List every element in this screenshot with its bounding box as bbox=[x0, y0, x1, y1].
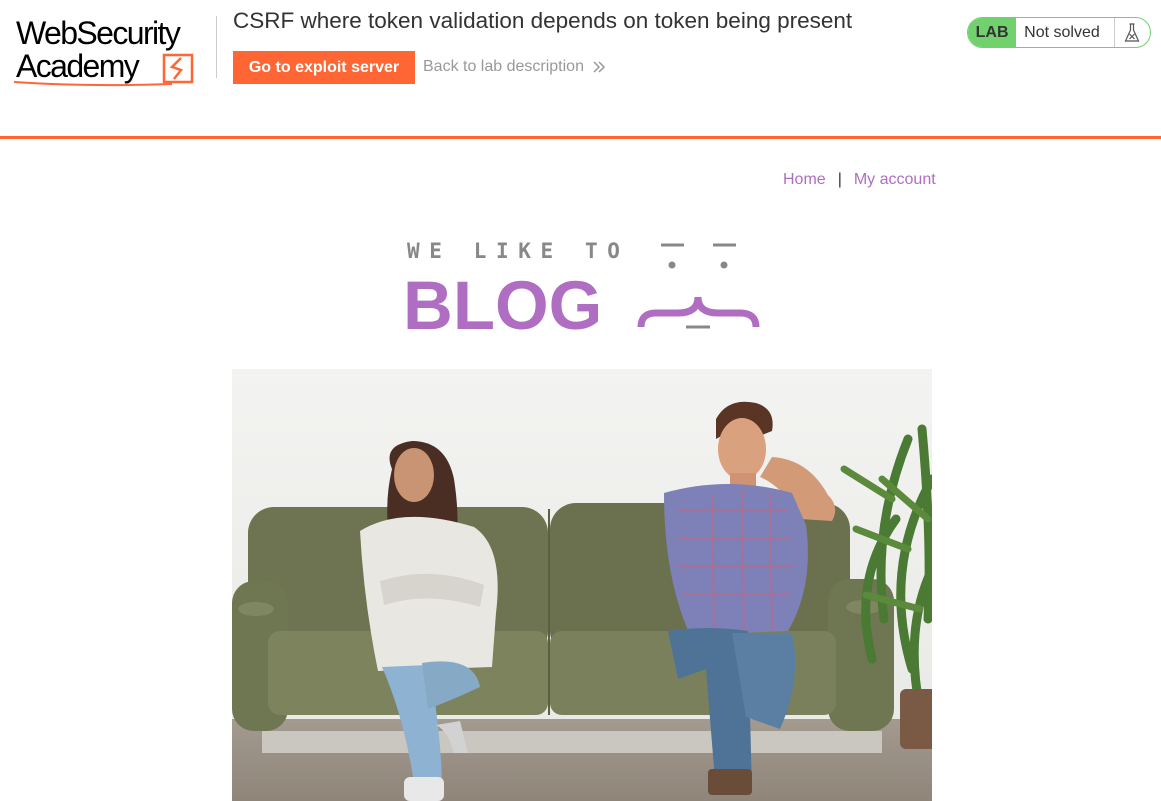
banner-blog-text: BLOG bbox=[403, 267, 602, 344]
back-link-label: Back to lab description bbox=[423, 58, 584, 75]
blog-hero-image bbox=[232, 369, 932, 801]
logo-line1: WebSecurity bbox=[16, 15, 181, 51]
lab-status-text: Not solved bbox=[1024, 24, 1100, 41]
nav-separator: | bbox=[837, 171, 842, 188]
lab-title: CSRF where token validation depends on t… bbox=[233, 8, 853, 33]
header-divider-line bbox=[0, 136, 1161, 139]
top-nav: Home | My account bbox=[783, 171, 936, 189]
lab-label: LAB bbox=[968, 18, 1017, 47]
back-to-lab-description-link[interactable]: Back to lab description bbox=[423, 58, 606, 76]
lab-header: WebSecurity Academy CSRF where token val… bbox=[0, 0, 1161, 136]
logo-divider bbox=[216, 16, 217, 78]
couple-on-sofa-illustration bbox=[232, 369, 932, 801]
double-chevron-right-icon bbox=[593, 61, 606, 73]
blog-banner: WE LIKE TO BLOG bbox=[403, 239, 760, 344]
go-to-exploit-server-button[interactable]: Go to exploit server bbox=[233, 51, 415, 84]
nav-home-link[interactable]: Home bbox=[783, 171, 826, 188]
web-security-academy-logo[interactable]: WebSecurity Academy bbox=[14, 14, 214, 89]
logo-line2: Academy bbox=[16, 48, 140, 84]
flask-icon bbox=[1113, 18, 1150, 47]
lab-status-widget: LAB Not solved bbox=[967, 17, 1151, 48]
banner-tagline: WE LIKE TO bbox=[407, 239, 629, 263]
nav-my-account-link[interactable]: My account bbox=[854, 171, 936, 188]
banner-face-icon bbox=[637, 243, 760, 329]
